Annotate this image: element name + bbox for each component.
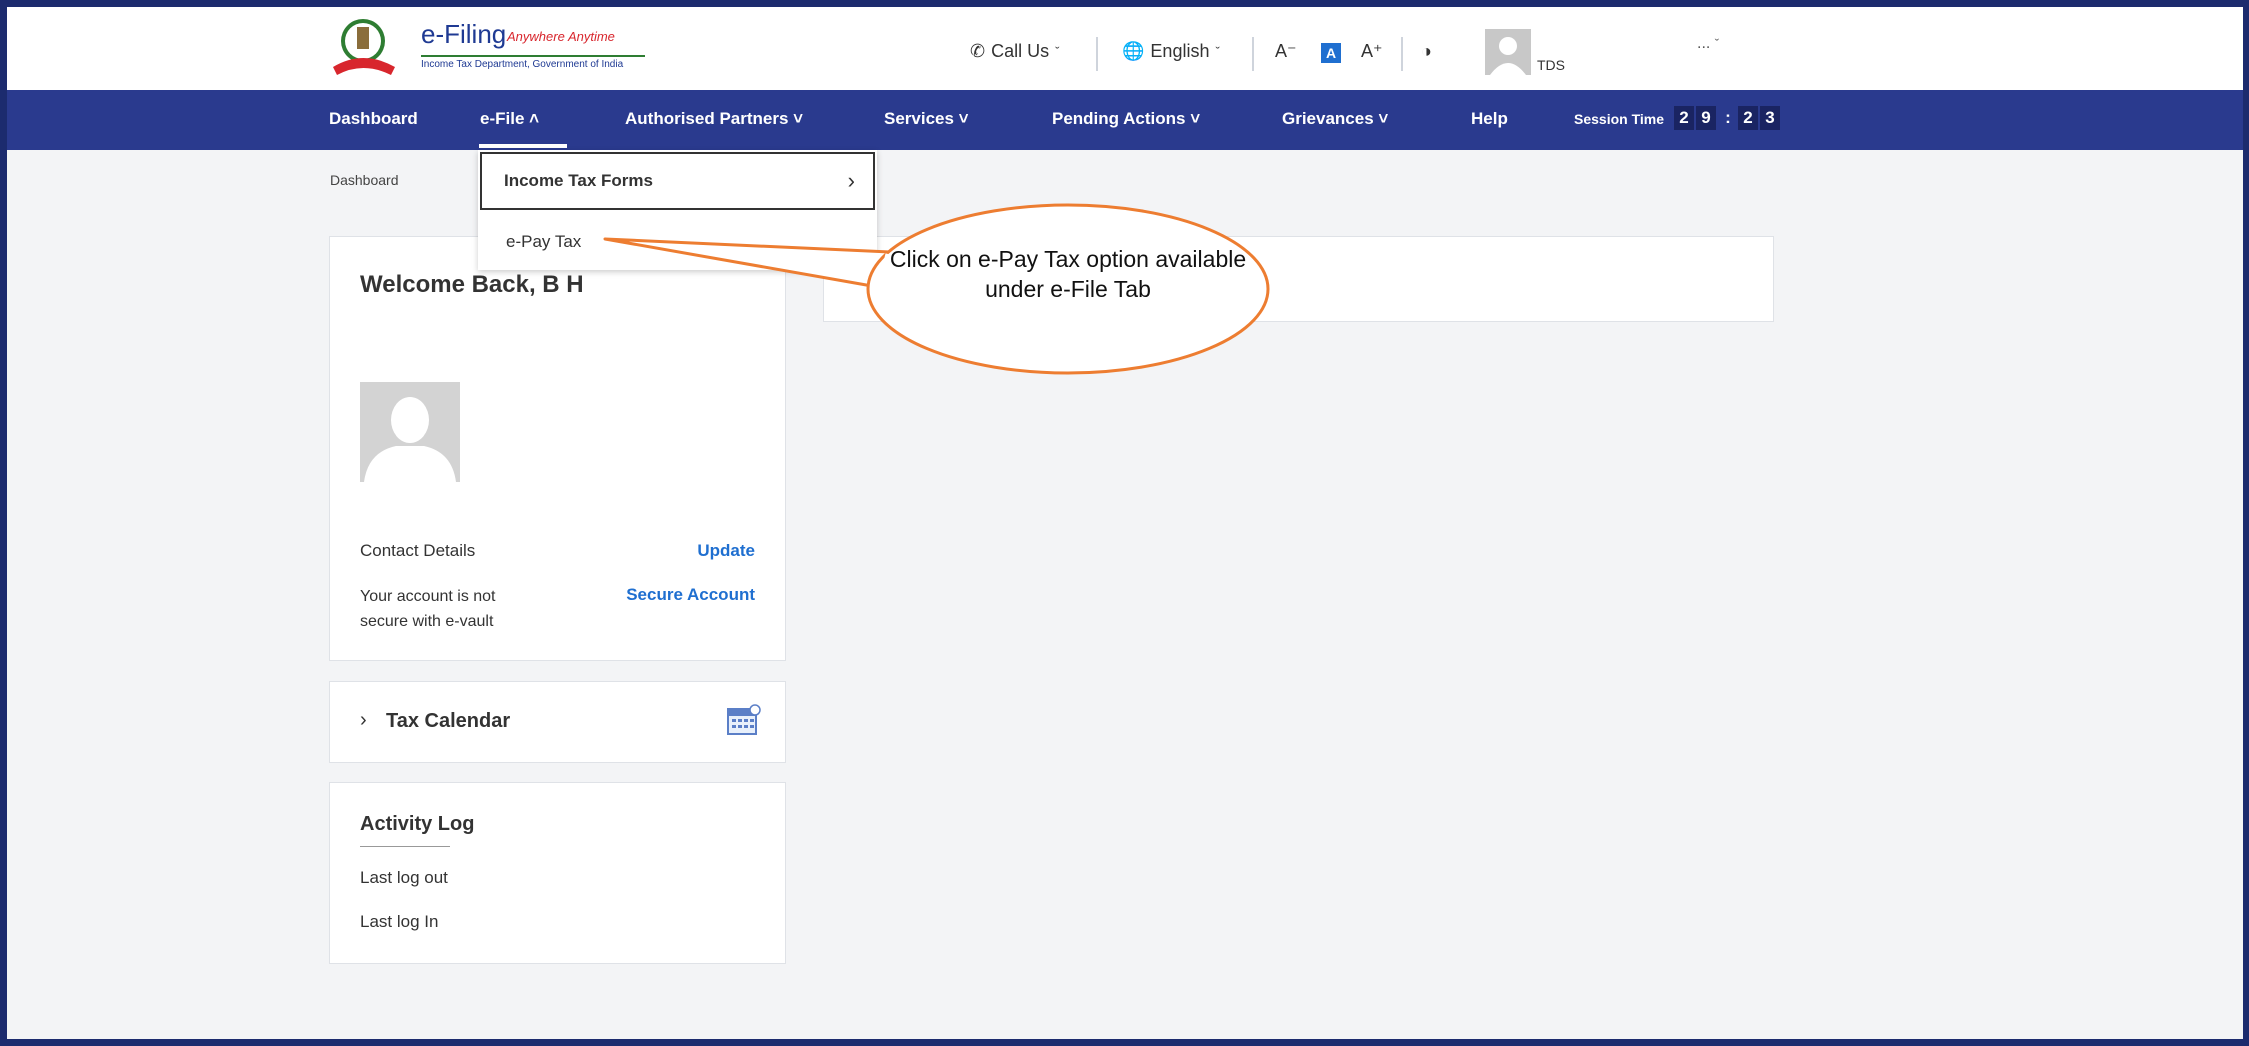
menu-item-e-pay-tax[interactable]: e-Pay Tax: [478, 212, 877, 270]
nav-help[interactable]: Help: [1471, 109, 1508, 129]
welcome-card: Welcome Back, B H Contact Details Update…: [329, 236, 786, 661]
chevron-right-icon: ›: [360, 709, 367, 731]
chevron-down-icon: ˇ: [1055, 44, 1060, 59]
font-decrease-button[interactable]: A⁻: [1275, 41, 1297, 62]
main-nav: Dashboard e-File ˄ Authorised Partners ˅…: [7, 90, 2243, 150]
chevron-down-icon: ˇ: [1714, 36, 1720, 51]
language-label: English: [1150, 41, 1210, 61]
nav-services[interactable]: Services ˅: [884, 109, 969, 129]
secure-status-text: Your account is not secure with e-vault: [360, 588, 496, 630]
contrast-icon[interactable]: ◑: [1421, 41, 1432, 62]
logo-subtitle: Income Tax Department, Government of Ind…: [421, 59, 624, 70]
emblem-icon: [333, 19, 395, 75]
nav-pending-actions[interactable]: Pending Actions ˅: [1052, 109, 1200, 129]
activity-log-title: Activity Log: [360, 813, 475, 835]
chevron-down-icon: ˇ: [1215, 44, 1220, 59]
phone-icon: ✆: [970, 41, 986, 61]
globe-icon: 🌐: [1122, 41, 1145, 61]
secure-account-link[interactable]: Secure Account: [626, 585, 755, 605]
header-divider: [1252, 37, 1254, 71]
logo-title: e-Filing: [421, 19, 507, 49]
logo-divider: [421, 55, 645, 57]
logo-tagline: Anywhere Anytime: [507, 29, 615, 44]
user-silhouette-icon: [1490, 37, 1526, 75]
callout-text: Click on e-Pay Tax option available unde…: [889, 246, 1247, 302]
menu-item-label: Income Tax Forms: [504, 171, 653, 190]
welcome-title: Welcome Back, B H: [360, 271, 584, 298]
session-digit: 9: [1696, 106, 1716, 130]
breadcrumb[interactable]: Dashboard: [330, 172, 399, 188]
last-login-label: Last log In: [360, 912, 439, 931]
session-digit: 2: [1738, 106, 1758, 130]
calendar-icon: [727, 704, 761, 735]
activity-log-card: Activity Log Last log out Last log In: [329, 782, 786, 964]
user-silhouette-icon: [364, 397, 456, 482]
font-increase-button[interactable]: A⁺: [1361, 41, 1383, 62]
session-separator: :: [1725, 108, 1731, 127]
font-default-button[interactable]: A: [1321, 43, 1341, 63]
nav-active-indicator: [479, 144, 567, 148]
nav-authorised-partners[interactable]: Authorised Partners ˅: [625, 109, 803, 129]
user-type-label: TDS: [1537, 57, 1565, 73]
profile-avatar: [360, 382, 460, 482]
user-avatar[interactable]: [1485, 29, 1531, 75]
call-us-label: Call Us: [991, 41, 1050, 61]
more-label: ...: [1697, 35, 1711, 52]
last-logout-label: Last log out: [360, 868, 448, 887]
session-digit: 3: [1760, 106, 1780, 130]
user-menu-dropdown[interactable]: ... ˇ: [1697, 35, 1719, 53]
tax-calendar-card[interactable]: › Tax Calendar: [329, 681, 786, 763]
header-divider: [1096, 37, 1098, 71]
call-us-dropdown[interactable]: ✆ Call Us ˇ: [970, 41, 1059, 62]
activity-log-underline: [360, 846, 450, 847]
session-digit: 2: [1674, 106, 1694, 130]
menu-item-label: e-Pay Tax: [506, 232, 582, 251]
top-header: e-Filing Anywhere Anytime Income Tax Dep…: [7, 7, 2243, 90]
nav-efile[interactable]: e-File ˄: [480, 109, 539, 129]
chevron-right-icon: ›: [847, 168, 855, 193]
efiling-logo[interactable]: e-Filing Anywhere Anytime Income Tax Dep…: [329, 15, 649, 79]
session-time-label: Session Time: [1574, 111, 1665, 127]
menu-item-income-tax-forms[interactable]: Income Tax Forms ›: [480, 152, 875, 210]
nav-dashboard[interactable]: Dashboard: [329, 109, 418, 129]
contact-details-label: Contact Details: [360, 541, 476, 560]
update-link[interactable]: Update: [697, 541, 755, 561]
language-dropdown[interactable]: 🌐 English ˇ: [1122, 41, 1220, 62]
nav-grievances[interactable]: Grievances ˅: [1282, 109, 1388, 129]
efile-dropdown-menu: Income Tax Forms › e-Pay Tax: [478, 150, 877, 270]
header-divider: [1401, 37, 1403, 71]
tax-calendar-title: Tax Calendar: [386, 710, 511, 732]
